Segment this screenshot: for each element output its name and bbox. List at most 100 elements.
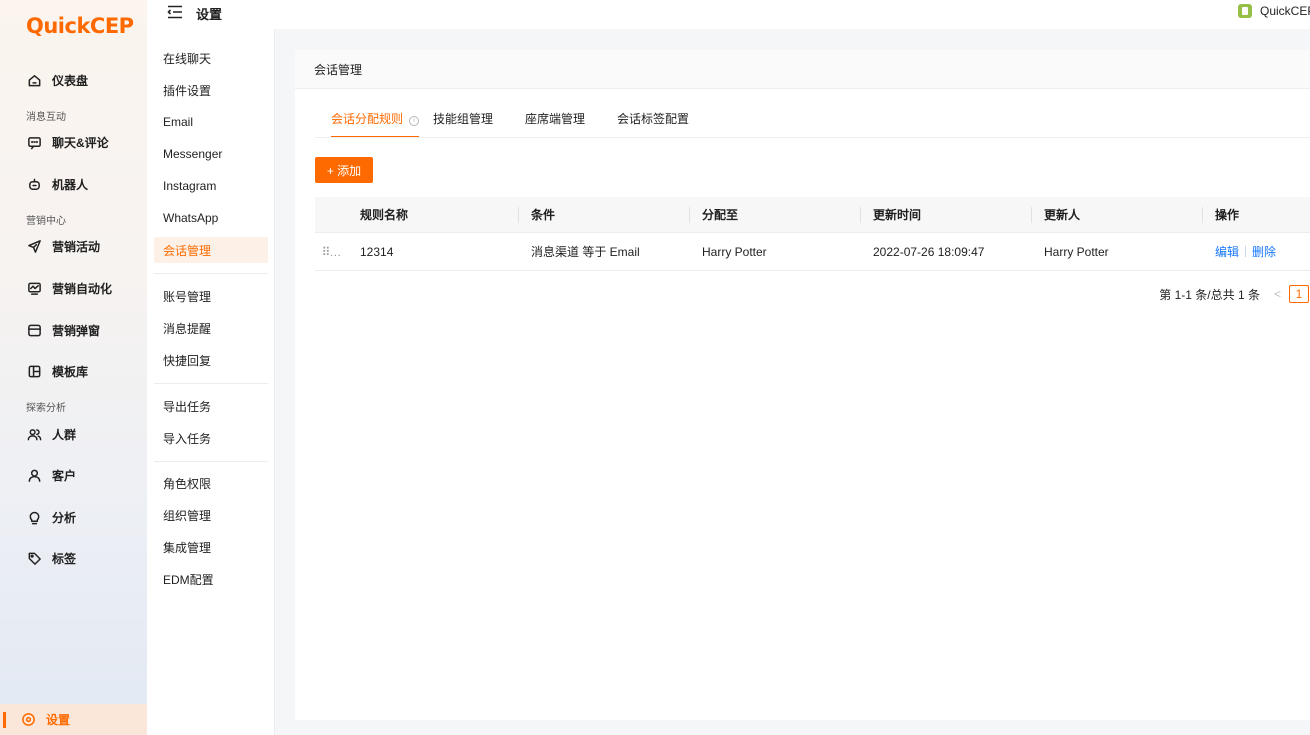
nav-group-messaging: 消息互动 [26, 112, 66, 123]
submenu-organization[interactable]: 组织管理 [154, 502, 268, 528]
nav-customers[interactable]: 客户 [26, 463, 76, 487]
column-header-rule-name: 规则名称 [360, 208, 409, 222]
submenu-edm-config[interactable]: EDM配置 [154, 566, 268, 592]
submenu-divider [154, 383, 268, 384]
submenu-plugin-settings[interactable]: 插件设置 [154, 77, 268, 103]
pagination: 第 1-1 条/总共 1 条 < 1 [1159, 285, 1310, 303]
submenu-divider [154, 273, 268, 274]
nav-dashboard[interactable]: 仪表盘 [26, 68, 88, 92]
users-icon [26, 426, 42, 442]
drag-handle-icon[interactable]: ⠿… [315, 233, 347, 270]
nav-crowd[interactable]: 人群 [26, 422, 76, 446]
nav-tags[interactable]: 标签 [26, 546, 76, 570]
submenu-whatsapp[interactable]: WhatsApp [154, 205, 268, 231]
submenu-live-chat[interactable]: 在线聊天 [154, 45, 268, 71]
chat-icon [26, 134, 42, 150]
pagination-summary: 第 1-1 条/总共 1 条 [1159, 287, 1260, 302]
tab-assignment-rules-label: 会话分配规则 [331, 112, 404, 126]
nav-tags-label: 标签 [52, 551, 77, 566]
template-grid-icon [26, 363, 42, 379]
tab-agent-console[interactable]: 座席端管理 [525, 104, 585, 138]
submenu-session-management[interactable]: 会话管理 [154, 237, 268, 263]
tabs-divider [315, 137, 1310, 138]
delete-link[interactable]: 删除 [1252, 243, 1276, 260]
top-bar: 设置 QuickCEP [147, 0, 1310, 29]
page-title: 设置 [196, 7, 223, 22]
nav-analysis-label: 分析 [52, 510, 77, 525]
store-switcher[interactable]: QuickCEP [1238, 4, 1310, 18]
cell-rule-name: 12314 [360, 244, 394, 259]
rules-table: 规则名称 条件 分配至 更新时间 更新人 操作 ⠿… 12314 消息渠道 等于… [315, 197, 1310, 271]
nav-chat[interactable]: 聊天&评论 [26, 130, 109, 154]
user-icon [26, 467, 42, 483]
submenu-divider [154, 461, 268, 462]
edit-link[interactable]: 编辑 [1215, 243, 1239, 260]
submenu-import-tasks[interactable]: 导入任务 [154, 425, 268, 451]
info-icon[interactable]: i [409, 116, 420, 126]
cell-condition: 消息渠道 等于 Email [531, 245, 640, 259]
action-separator [1245, 246, 1247, 257]
app-logo[interactable]: QuickCEP [26, 14, 134, 38]
store-name: QuickCEP [1260, 4, 1310, 18]
nav-group-analytics: 探索分析 [26, 403, 66, 414]
nav-dashboard-label: 仪表盘 [52, 73, 89, 88]
submenu-instagram[interactable]: Instagram [154, 173, 268, 199]
submenu-account-management[interactable]: 账号管理 [154, 283, 268, 309]
nav-campaigns-label: 营销活动 [52, 239, 101, 254]
session-management-card: 会话管理 会话分配规则 i 技能组管理 座席端管理 会话标签配置 + 添加 规则名… [295, 50, 1310, 720]
nav-templates[interactable]: 模板库 [26, 359, 88, 383]
nav-popups-label: 营销弹窗 [52, 323, 101, 338]
home-icon [26, 72, 42, 88]
column-header-condition: 条件 [518, 197, 689, 232]
submenu-quick-replies[interactable]: 快捷回复 [154, 347, 268, 373]
nav-crowd-label: 人群 [52, 427, 77, 442]
send-icon [26, 238, 42, 254]
tag-icon [26, 550, 42, 566]
column-header-updated-by: 更新人 [1031, 197, 1202, 232]
tab-skill-groups[interactable]: 技能组管理 [433, 104, 493, 138]
nav-robot[interactable]: 机器人 [26, 172, 88, 196]
submenu-message-alerts[interactable]: 消息提醒 [154, 315, 268, 341]
nav-templates-label: 模板库 [52, 364, 89, 379]
nav-settings[interactable]: 设置 [0, 704, 147, 735]
card-header: 会话管理 [295, 50, 1310, 89]
column-header-assignee: 分配至 [689, 197, 860, 232]
lightbulb-icon [26, 509, 42, 525]
nav-automation[interactable]: 营销自动化 [26, 276, 112, 300]
prev-page-icon[interactable]: < [1274, 287, 1281, 301]
submenu-export-tasks[interactable]: 导出任务 [154, 393, 268, 419]
shopify-icon [1238, 4, 1252, 18]
submenu-role-permissions[interactable]: 角色权限 [154, 470, 268, 496]
robot-icon [26, 176, 42, 192]
nav-customers-label: 客户 [52, 468, 77, 483]
tab-assignment-rules[interactable]: 会话分配规则 i [331, 104, 420, 138]
table-header: 规则名称 条件 分配至 更新时间 更新人 操作 [315, 197, 1310, 233]
nav-settings-label: 设置 [46, 713, 71, 727]
settings-submenu: 在线聊天 插件设置 Email Messenger Instagram What… [147, 29, 275, 735]
cell-updated-by: Harry Potter [1044, 244, 1109, 259]
nav-robot-label: 机器人 [52, 177, 89, 192]
automation-chart-icon [26, 280, 42, 296]
menu-collapse-icon[interactable] [167, 5, 183, 19]
add-button[interactable]: + 添加 [315, 157, 373, 183]
drag-column-header [315, 197, 347, 232]
nav-campaigns[interactable]: 营销活动 [26, 234, 100, 258]
card-title: 会话管理 [314, 62, 363, 77]
submenu-messenger[interactable]: Messenger [154, 141, 268, 167]
nav-group-marketing: 营销中心 [26, 216, 66, 227]
popup-window-icon [26, 322, 42, 338]
page-number-current[interactable]: 1 [1289, 285, 1309, 303]
nav-analysis[interactable]: 分析 [26, 505, 76, 529]
cell-updated-at: 2022-07-26 18:09:47 [873, 244, 985, 259]
nav-popups[interactable]: 营销弹窗 [26, 318, 100, 342]
tab-session-tags[interactable]: 会话标签配置 [617, 104, 689, 138]
active-indicator [3, 711, 6, 728]
submenu-email[interactable]: Email [154, 109, 268, 135]
tab-bar: 会话分配规则 i 技能组管理 座席端管理 会话标签配置 [331, 104, 721, 138]
submenu-integrations[interactable]: 集成管理 [154, 534, 268, 560]
main-sidebar: QuickCEP 仪表盘 消息互动 聊天&评论 机器人 营销中心 营销活动 营销… [0, 0, 147, 735]
cell-assignee: Harry Potter [702, 244, 767, 259]
nav-chat-label: 聊天&评论 [52, 135, 109, 150]
settings-gear-icon [21, 712, 46, 727]
column-header-updated-at: 更新时间 [860, 197, 1031, 232]
